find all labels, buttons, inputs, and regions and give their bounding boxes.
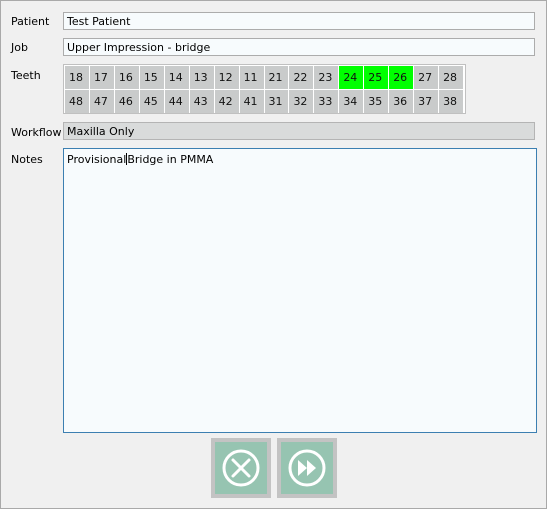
notes-label: Notes	[11, 153, 43, 166]
tooth-16[interactable]: 16	[114, 66, 139, 89]
next-button-face	[281, 442, 333, 494]
tooth-46[interactable]: 46	[114, 90, 139, 113]
tooth-33[interactable]: 33	[314, 90, 339, 113]
next-button[interactable]	[277, 438, 337, 498]
tooth-37[interactable]: 37	[414, 90, 439, 113]
cancel-button[interactable]	[211, 438, 271, 498]
workflow-field: Maxilla Only	[63, 122, 535, 140]
tooth-38[interactable]: 38	[439, 90, 463, 113]
tooth-28[interactable]: 28	[439, 66, 463, 89]
job-dialog: Patient Test Patient Job Upper Impressio…	[0, 0, 547, 509]
tooth-34[interactable]: 34	[339, 90, 364, 113]
tooth-18[interactable]: 18	[65, 66, 89, 89]
tooth-21[interactable]: 21	[264, 66, 289, 89]
tooth-45[interactable]: 45	[139, 90, 164, 113]
tooth-42[interactable]: 42	[214, 90, 239, 113]
tooth-25[interactable]: 25	[364, 66, 389, 89]
tooth-32[interactable]: 32	[289, 90, 314, 113]
notes-text-before-caret: Provisional	[67, 153, 127, 166]
tooth-41[interactable]: 41	[239, 90, 264, 113]
tooth-48[interactable]: 48	[65, 90, 89, 113]
notes-textarea[interactable]: ProvisionalBridge in PMMA	[63, 148, 537, 433]
cancel-button-face	[215, 442, 267, 494]
teeth-row-upper: 18 17 16 15 14 13 12 11 21 22 23 24 25 26 27 28	[65, 66, 464, 90]
tooth-26[interactable]: 26	[389, 66, 414, 89]
tooth-43[interactable]: 43	[189, 90, 214, 113]
patient-label: Patient	[11, 15, 50, 28]
tooth-12[interactable]: 12	[214, 66, 239, 89]
tooth-22[interactable]: 22	[289, 66, 314, 89]
tooth-31[interactable]: 31	[264, 90, 289, 113]
tooth-13[interactable]: 13	[189, 66, 214, 89]
tooth-11[interactable]: 11	[239, 66, 264, 89]
fast-forward-circle-icon	[288, 449, 326, 487]
teeth-chart: 18 17 16 15 14 13 12 11 21 22 23 24 25 26 27 28 48 47 46 4…	[63, 64, 466, 114]
close-circle-icon	[222, 449, 260, 487]
job-label: Job	[11, 41, 28, 54]
tooth-15[interactable]: 15	[139, 66, 164, 89]
tooth-44[interactable]: 44	[164, 90, 189, 113]
tooth-17[interactable]: 17	[89, 66, 114, 89]
tooth-14[interactable]: 14	[164, 66, 189, 89]
tooth-24[interactable]: 24	[339, 66, 364, 89]
notes-text-after-caret: Bridge in PMMA	[127, 153, 214, 166]
tooth-47[interactable]: 47	[89, 90, 114, 113]
tooth-35[interactable]: 35	[364, 90, 389, 113]
teeth-label: Teeth	[11, 69, 41, 82]
tooth-36[interactable]: 36	[389, 90, 414, 113]
tooth-27[interactable]: 27	[414, 66, 439, 89]
job-field[interactable]: Upper Impression - bridge	[63, 38, 535, 56]
workflow-label: Workflow	[11, 126, 62, 139]
patient-field[interactable]: Test Patient	[63, 12, 535, 30]
tooth-23[interactable]: 23	[314, 66, 339, 89]
teeth-row-lower: 48 47 46 45 44 43 42 41 31 32 33 34 35 36 37 38	[65, 90, 464, 114]
